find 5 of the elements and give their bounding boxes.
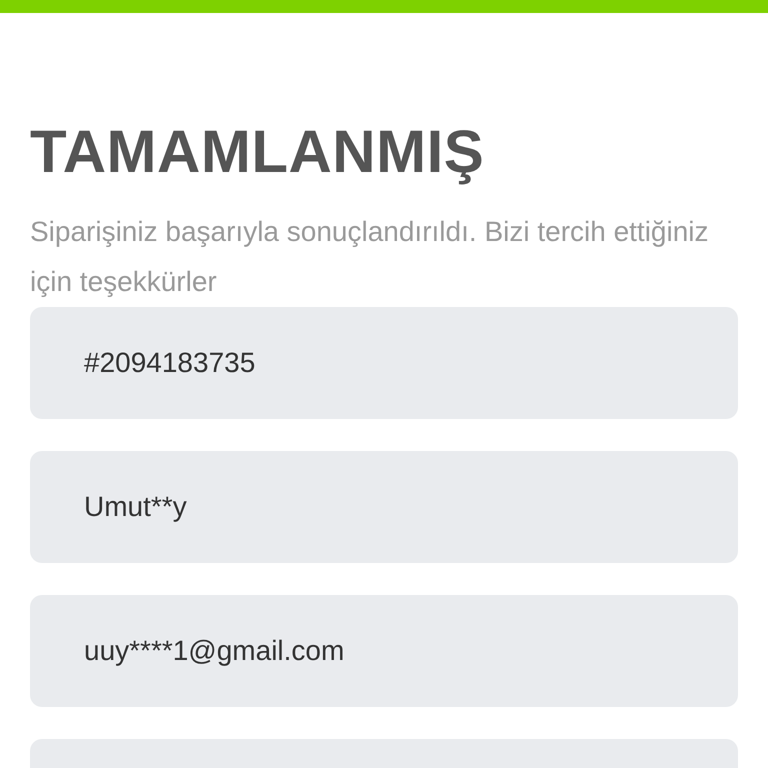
info-field: #2094183735 (30, 307, 738, 419)
info-field: Umut**y (30, 451, 738, 563)
confirmation-message: Siparişiniz başarıyla sonuçlandırıldı. Bizi tercih ettiğiniz için teşekkürler (30, 215, 710, 299)
info-field: uuy****1@gmail.com (30, 595, 738, 707)
page-title: TAMAMLANMIŞ (30, 117, 486, 187)
